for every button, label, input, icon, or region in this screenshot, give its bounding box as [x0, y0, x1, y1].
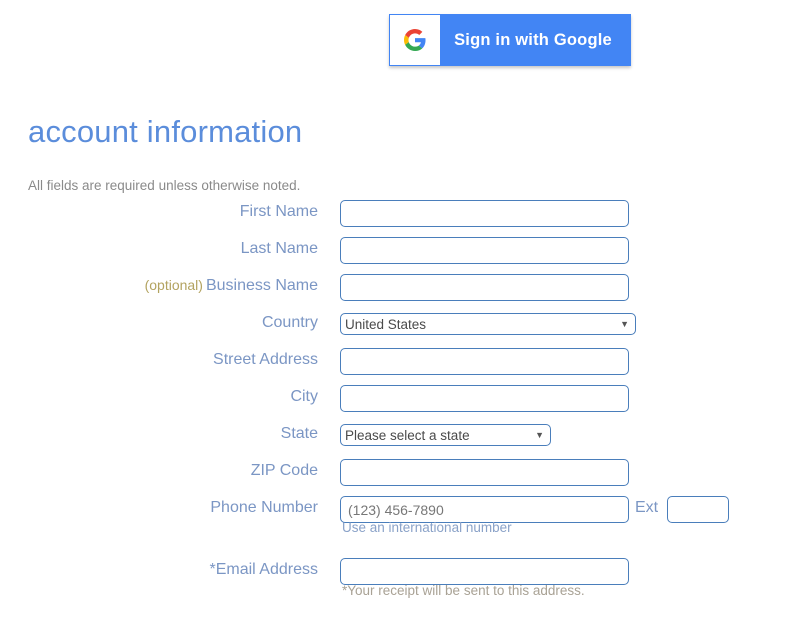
- last-name-label: Last Name: [18, 240, 318, 258]
- phone-number-input[interactable]: [340, 496, 629, 523]
- form-row-zip-code: ZIP Code: [0, 459, 805, 496]
- email-receipt-note: *Your receipt will be sent to this addre…: [342, 583, 585, 598]
- city-label-text: City: [290, 388, 318, 405]
- phone-number-label-text: Phone Number: [210, 499, 318, 516]
- street-address-field-wrap: [340, 348, 629, 375]
- phone-number-field-wrap: [340, 496, 629, 523]
- sign-in-with-google-button[interactable]: Sign in with Google: [389, 14, 631, 66]
- form-row-first-name: First Name: [0, 200, 805, 237]
- form-row-city: City: [0, 385, 805, 422]
- ext-input[interactable]: [667, 496, 729, 523]
- country-label-text: Country: [261, 314, 318, 331]
- email-address-label-text: *Email Address: [209, 561, 319, 578]
- state-label-text: State: [280, 425, 318, 442]
- form-row-business-name: (optional) Business Name: [0, 274, 805, 311]
- first-name-field-wrap: [340, 200, 629, 227]
- state-select[interactable]: Please select a state: [340, 424, 551, 446]
- city-input[interactable]: [340, 385, 629, 412]
- zip-code-label: ZIP Code: [18, 462, 318, 480]
- last-name-label-text: Last Name: [240, 240, 318, 257]
- city-label: City: [18, 388, 318, 406]
- business-name-optional-tag: (optional): [144, 277, 203, 293]
- zip-code-field-wrap: [340, 459, 629, 486]
- ext-field-wrap: [667, 496, 729, 523]
- country-label: Country: [18, 314, 318, 332]
- google-signin-label: Sign in with Google: [454, 30, 612, 49]
- page-title: account information: [28, 114, 303, 149]
- email-address-field-wrap: [340, 558, 629, 585]
- business-name-label-text: Business Name: [205, 277, 318, 294]
- email-address-input[interactable]: [340, 558, 629, 585]
- street-address-input[interactable]: [340, 348, 629, 375]
- phone-number-label: Phone Number: [18, 499, 318, 517]
- country-field-wrap: United States ▼: [340, 313, 636, 335]
- country-select[interactable]: United States: [340, 313, 636, 335]
- account-information-form: First Name Last Name (optional) Business …: [0, 200, 805, 599]
- google-signin-container: Sign in with Google: [389, 14, 631, 66]
- form-row-phone-number: Phone Number Ext Use an international nu…: [0, 496, 805, 537]
- form-row-state: State Please select a state ▼: [0, 422, 805, 459]
- city-field-wrap: [340, 385, 629, 412]
- street-address-label-text: Street Address: [213, 351, 318, 368]
- ext-label: Ext: [635, 499, 659, 516]
- state-label: State: [18, 425, 318, 443]
- google-g-icon: [390, 15, 440, 65]
- form-row-street-address: Street Address: [0, 348, 805, 385]
- street-address-label: Street Address: [18, 351, 318, 369]
- form-row-country: Country United States ▼: [0, 311, 805, 348]
- business-name-field-wrap: [340, 274, 629, 301]
- business-name-label: (optional) Business Name: [18, 277, 318, 295]
- required-fields-note: All fields are required unless otherwise…: [28, 178, 301, 193]
- country-select-shell: United States ▼: [340, 313, 636, 335]
- form-row-email-address: *Email Address *Your receipt will be sen…: [0, 558, 805, 599]
- international-number-link[interactable]: Use an international number: [342, 520, 512, 535]
- first-name-input[interactable]: [340, 200, 629, 227]
- last-name-field-wrap: [340, 237, 629, 264]
- business-name-input[interactable]: [340, 274, 629, 301]
- zip-code-input[interactable]: [340, 459, 629, 486]
- first-name-label: First Name: [18, 203, 318, 221]
- last-name-input[interactable]: [340, 237, 629, 264]
- form-row-last-name: Last Name: [0, 237, 805, 274]
- first-name-label-text: First Name: [239, 203, 318, 220]
- state-field-wrap: Please select a state ▼: [340, 424, 551, 446]
- zip-code-label-text: ZIP Code: [250, 462, 318, 479]
- email-address-label: *Email Address: [18, 561, 319, 579]
- state-select-shell: Please select a state ▼: [340, 424, 551, 446]
